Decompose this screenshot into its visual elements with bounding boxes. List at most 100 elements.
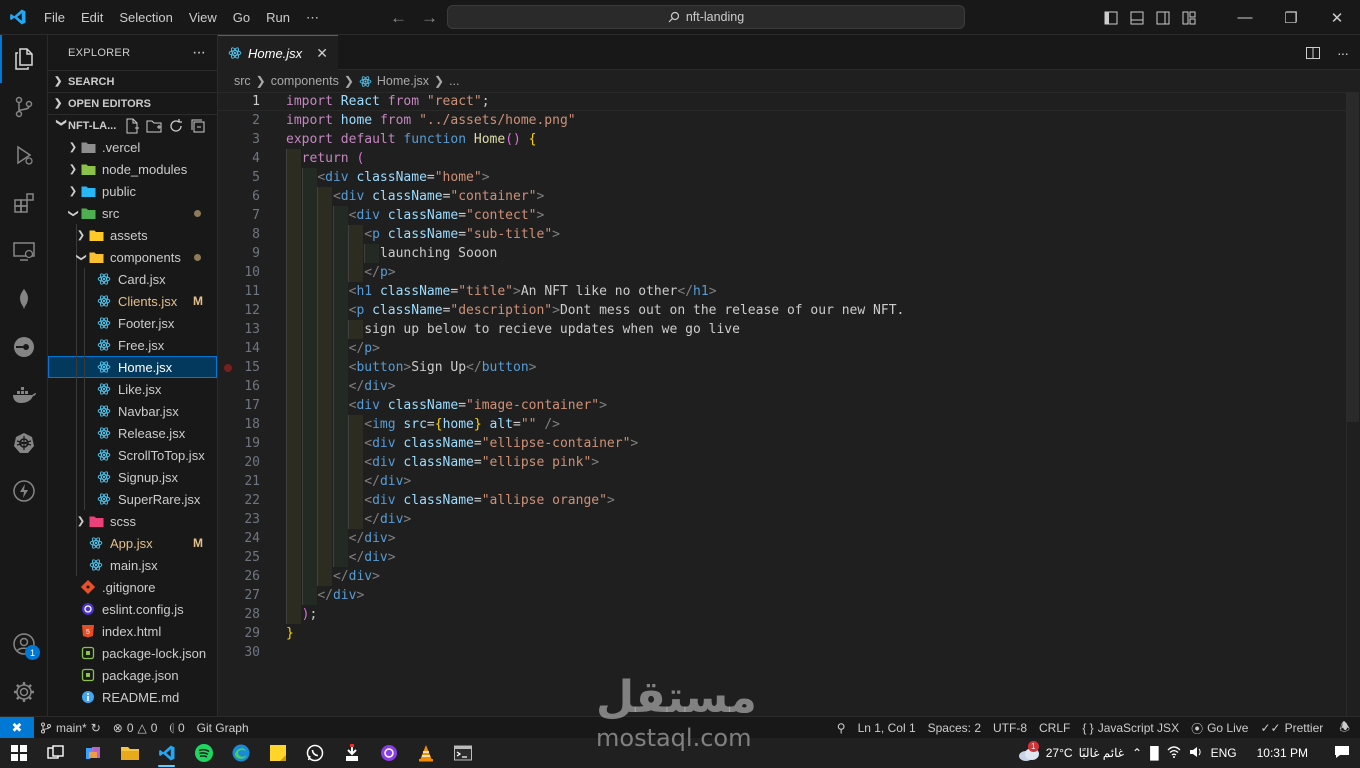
notification-center-icon[interactable]	[1334, 745, 1350, 762]
tree-file-app-jsx[interactable]: App.jsx M	[48, 532, 217, 554]
code-line[interactable]: 8 <p className="sub-title">	[218, 225, 1346, 244]
thunder-client-icon[interactable]	[0, 467, 48, 515]
editor-scrollbar[interactable]	[1346, 92, 1360, 716]
docker-icon[interactable]	[0, 371, 48, 419]
branch-indicator[interactable]: main* ↻	[34, 721, 107, 735]
tree-file-main-jsx[interactable]: main.jsx	[48, 554, 217, 576]
refresh-icon[interactable]	[168, 118, 184, 134]
tree-file-clients-jsx[interactable]: Clients.jsx M	[48, 290, 217, 312]
clock[interactable]: 10:31 PM	[1257, 746, 1308, 760]
tree-file-scrolltotop-jsx[interactable]: ScrollToTop.jsx	[48, 444, 217, 466]
tree-file-gitignore[interactable]: .gitignore	[48, 576, 217, 598]
language-indicator[interactable]: ENG	[1211, 746, 1237, 760]
tree-file-readme-md[interactable]: README.md	[48, 686, 217, 708]
forward-arrow-icon[interactable]: →	[421, 8, 438, 28]
code-line[interactable]: 15 <button>Sign Up</button>	[218, 358, 1346, 377]
minimize-button[interactable]: —	[1222, 0, 1268, 35]
menu-item[interactable]: Selection	[111, 0, 180, 35]
downloader-icon[interactable]	[333, 738, 370, 768]
git-graph-button[interactable]: Git Graph	[191, 721, 255, 735]
code-line[interactable]: 24 </div>	[218, 529, 1346, 548]
sync-icon[interactable]: ↻	[91, 721, 101, 735]
tree-file-index-html[interactable]: 5 index.html	[48, 620, 217, 642]
tree-file-card-jsx[interactable]: Card.jsx	[48, 268, 217, 290]
whatsapp-icon[interactable]	[296, 738, 333, 768]
sticky-notes-icon[interactable]	[259, 738, 296, 768]
remote-indicator-icon[interactable]: ✖	[0, 716, 34, 739]
command-center[interactable]: nft-landing	[447, 5, 965, 29]
line-ending[interactable]: CRLF	[1033, 721, 1076, 735]
code-line[interactable]: 7 <div className="contect">	[218, 206, 1346, 225]
edge-icon[interactable]	[222, 738, 259, 768]
volume-icon[interactable]	[1189, 746, 1203, 761]
more-actions-icon[interactable]: ···	[1337, 45, 1349, 61]
collapse-all-icon[interactable]	[190, 118, 206, 134]
mongodb-icon[interactable]	[0, 275, 48, 323]
code-line[interactable]: 17 <div className="image-container">	[218, 396, 1346, 415]
code-line[interactable]: 30	[218, 643, 1346, 662]
notifications-bell-icon[interactable]: 🕭	[1329, 718, 1360, 739]
prettier-status[interactable]: ✓✓ Prettier	[1254, 721, 1329, 735]
tree-file-like-jsx[interactable]: Like.jsx	[48, 378, 217, 400]
gitlens-icon[interactable]	[0, 323, 48, 371]
extensions-icon[interactable]	[0, 179, 48, 227]
problems-indicator[interactable]: ⊗ 0 △ 0	[107, 721, 164, 735]
tree-folder-public[interactable]: ❯ public	[48, 180, 217, 202]
vscode-taskbar-icon[interactable]	[148, 738, 185, 768]
new-folder-icon[interactable]	[146, 118, 162, 134]
customize-layout-icon[interactable]	[1176, 0, 1202, 35]
indentation[interactable]: Spaces: 2	[922, 721, 987, 735]
code-line[interactable]: 4 return (	[218, 149, 1346, 168]
code-line[interactable]: 13 sign up below to recieve updates when…	[218, 320, 1346, 339]
tree-file-free-jsx[interactable]: Free.jsx	[48, 334, 217, 356]
code-line[interactable]: 22 <div className="allipse orange">	[218, 491, 1346, 510]
windows-start-icon[interactable]	[0, 738, 37, 768]
tree-folder-components[interactable]: ❯ components	[48, 246, 217, 268]
tree-folder-assets[interactable]: ❯ assets	[48, 224, 217, 246]
code-line[interactable]: 10 </p>	[218, 263, 1346, 282]
file-explorer-icon[interactable]	[111, 738, 148, 768]
source-control-icon[interactable]	[0, 83, 48, 131]
run-debug-icon[interactable]	[0, 131, 48, 179]
code-line[interactable]: 20 <div className="ellipse pink">	[218, 453, 1346, 472]
manage-gear-icon[interactable]	[0, 668, 48, 716]
code-line[interactable]: 27 </div>	[218, 586, 1346, 605]
split-editor-icon[interactable]	[1305, 45, 1321, 61]
media-app-icon[interactable]	[370, 738, 407, 768]
section-project[interactable]: ❯ NFT-LA...	[48, 114, 217, 136]
kubernetes-icon[interactable]	[0, 419, 48, 467]
task-view-icon[interactable]	[37, 738, 74, 768]
menu-item[interactable]: ⋯	[298, 0, 327, 35]
code-line[interactable]: 16 </div>	[218, 377, 1346, 396]
code-line[interactable]: 2 import home from "../assets/home.png"	[218, 111, 1346, 130]
accounts-icon[interactable]: 1	[0, 620, 48, 668]
code-line[interactable]: 29}	[218, 624, 1346, 643]
menu-item[interactable]: Go	[225, 0, 258, 35]
tree-folder-src[interactable]: ❯ src	[48, 202, 217, 224]
live-share-icon[interactable]: ⚲	[831, 721, 852, 735]
vlc-icon[interactable]	[407, 738, 444, 768]
code-line[interactable]: 11 <h1 className="title">An NFT like no …	[218, 282, 1346, 301]
scrollbar-thumb[interactable]	[1347, 92, 1359, 422]
tree-folder-vercel[interactable]: ❯ .vercel	[48, 136, 217, 158]
tree-file-navbar-jsx[interactable]: Navbar.jsx	[48, 400, 217, 422]
tree-file-eslint-config-js[interactable]: eslint.config.js	[48, 598, 217, 620]
code-line[interactable]: 25 </div>	[218, 548, 1346, 567]
breadcrumb-item[interactable]: ...	[449, 74, 459, 88]
go-live-button[interactable]: ⦿ Go Live	[1185, 720, 1254, 737]
code-line[interactable]: 1 import React from "react";	[218, 92, 1346, 111]
tree-file-home-jsx[interactable]: Home.jsx	[48, 356, 217, 378]
code-line[interactable]: 23 </div>	[218, 510, 1346, 529]
menu-item[interactable]: Run	[258, 0, 298, 35]
chevron-up-icon[interactable]: ⌃	[1132, 746, 1142, 760]
code-line[interactable]: 14 </p>	[218, 339, 1346, 358]
new-file-icon[interactable]	[124, 118, 140, 134]
spotify-icon[interactable]	[185, 738, 222, 768]
section-search[interactable]: ❯ SEARCH	[48, 70, 217, 92]
explorer-more-actions[interactable]: ···	[192, 44, 206, 62]
weather-widget[interactable]: 1 27°C غائم غالبًا	[1018, 741, 1124, 761]
battery-icon[interactable]: █	[1150, 746, 1159, 760]
code-line[interactable]: 21 </div>	[218, 472, 1346, 491]
close-window-button[interactable]: ✕	[1314, 0, 1360, 35]
code-line[interactable]: 26 </div>	[218, 567, 1346, 586]
